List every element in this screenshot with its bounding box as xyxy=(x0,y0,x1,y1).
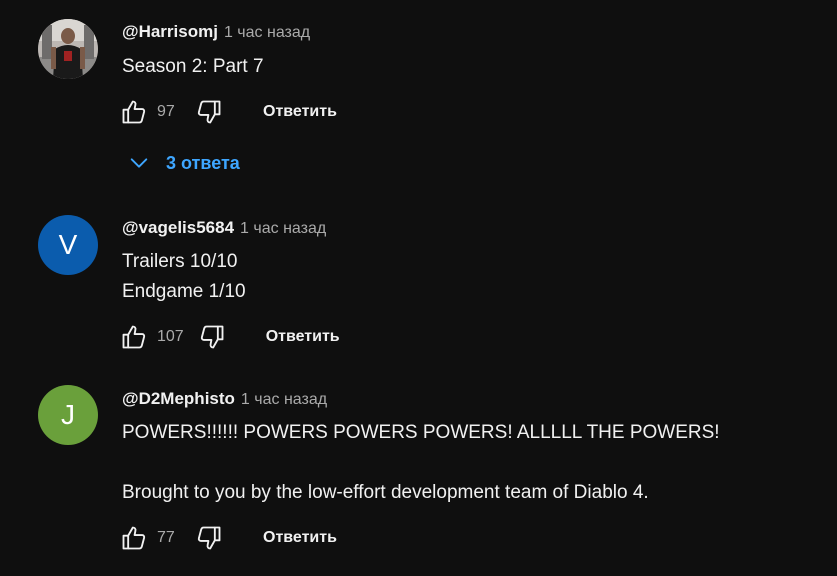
chevron-down-icon xyxy=(130,158,148,168)
view-replies-button[interactable]: 3 ответа xyxy=(128,148,240,178)
comment-text: Trailers 10/10 Endgame 1/10 xyxy=(122,251,246,302)
like-count: 97 xyxy=(157,103,175,120)
reply-button[interactable]: Ответить xyxy=(263,523,337,553)
dislike-button[interactable] xyxy=(196,321,228,353)
comment-text: POWERS!!!!!! POWERS POWERS POWERS! ALLLL… xyxy=(122,422,720,503)
comment-actions: 77 Ответить xyxy=(118,518,337,558)
like-button[interactable] xyxy=(118,321,150,353)
comment-timestamp[interactable]: 1 час назад xyxy=(224,24,310,42)
thumbs-up-icon xyxy=(122,325,146,349)
replies-count-label: 3 ответа xyxy=(166,152,240,173)
comment-author[interactable]: @vagelis5684 xyxy=(122,218,234,238)
comment-actions: 107 Ответить xyxy=(118,317,340,357)
dislike-button[interactable] xyxy=(193,96,225,128)
avatar-letter: V xyxy=(58,229,78,260)
reply-button[interactable]: Ответить xyxy=(263,97,337,127)
thumbs-down-icon xyxy=(200,325,224,349)
like-count: 107 xyxy=(157,328,184,345)
comments-section: @Harrisomj 1 час назад Season 2: Part 7 … xyxy=(0,0,837,576)
thumbs-up-icon xyxy=(122,100,146,124)
comment-timestamp[interactable]: 1 час назад xyxy=(241,391,327,409)
thumbs-down-icon xyxy=(197,526,221,550)
avatar[interactable]: V xyxy=(38,215,98,275)
thumbs-up-icon xyxy=(122,526,146,550)
comment-text: Season 2: Part 7 xyxy=(122,56,264,77)
comment-timestamp[interactable]: 1 час назад xyxy=(240,220,326,238)
reply-button[interactable]: Ответить xyxy=(266,322,340,352)
avatar[interactable]: J xyxy=(38,385,98,445)
comment-actions: 97 Ответить xyxy=(118,92,337,132)
dislike-button[interactable] xyxy=(193,522,225,554)
avatar-photo xyxy=(38,19,98,79)
avatar[interactable] xyxy=(38,19,98,79)
thumbs-down-icon xyxy=(197,100,221,124)
like-count: 77 xyxy=(157,529,175,546)
comment-author[interactable]: @D2Mephisto xyxy=(122,389,235,409)
avatar-letter: J xyxy=(61,399,75,430)
comment-author[interactable]: @Harrisomj xyxy=(122,22,218,42)
like-button[interactable] xyxy=(118,96,150,128)
like-button[interactable] xyxy=(118,522,150,554)
